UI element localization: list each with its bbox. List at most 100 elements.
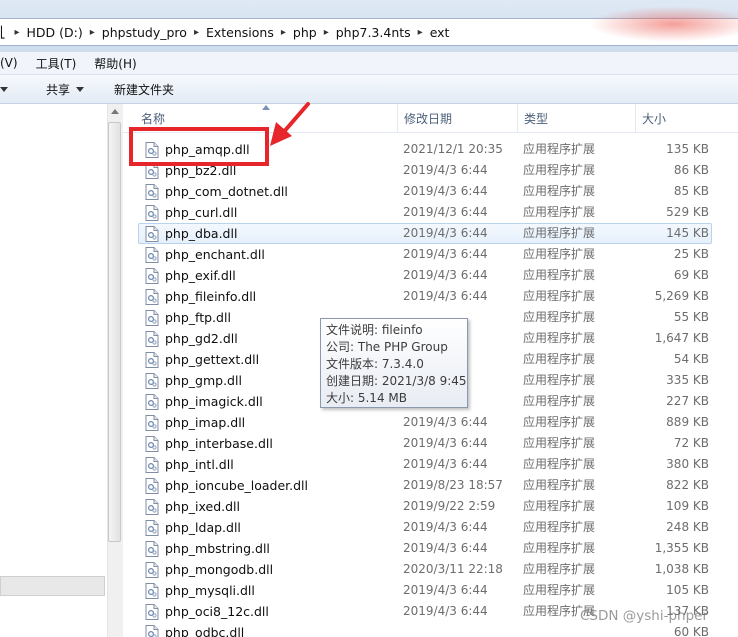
column-header-type[interactable]: 类型 [518, 104, 636, 132]
file-date: 2019/4/3 6:44 [403, 604, 488, 618]
file-type: 应用程序扩展 [523, 562, 596, 576]
tooltip-size: 大小: 5.14 MB [326, 391, 407, 405]
file-name: php_ftp.dll [165, 310, 231, 325]
file-row[interactable]: php_enchant.dll 2019/4/3 6:44 应用程序扩展 25 KB [138, 244, 712, 265]
breadcrumb-extensions[interactable]: Extensions [206, 19, 274, 45]
file-row[interactable]: php_com_dotnet.dll 2019/4/3 6:44 应用程序扩展 85 … [138, 181, 712, 202]
file-type: 应用程序扩展 [523, 499, 596, 513]
watermark: CSDN @yshi-phper [580, 608, 709, 624]
breadcrumb-ext[interactable]: ext [430, 19, 450, 45]
breadcrumb-php[interactable]: php [293, 19, 317, 45]
menu-tools[interactable]: 工具(T) [27, 55, 86, 72]
dll-file-icon [145, 226, 159, 242]
new-folder-button[interactable]: 新建文件夹 [114, 81, 174, 98]
breadcrumb-phpstudy[interactable]: phpstudy_pro [102, 19, 187, 45]
file-type: 应用程序扩展 [523, 310, 596, 324]
file-row[interactable]: php_imap.dll 2019/4/3 6:44 应用程序扩展 889 KB [138, 412, 712, 433]
menu-help[interactable]: 帮助(H) [85, 55, 145, 72]
dll-file-icon [145, 562, 159, 578]
file-size: 72 KB [673, 436, 709, 450]
dll-file-icon [145, 499, 159, 515]
file-size: 822 KB [666, 478, 709, 492]
file-date: 2019/4/3 6:44 [403, 541, 488, 555]
file-row[interactable]: php_curl.dll 2019/4/3 6:44 应用程序扩展 529 KB [138, 202, 712, 223]
file-name: php_imap.dll [165, 415, 246, 430]
file-type: 应用程序扩展 [523, 457, 596, 471]
file-size: 60 KB [673, 625, 709, 637]
file-name: php_com_dotnet.dll [165, 184, 288, 199]
file-size: 5,269 KB [654, 289, 709, 303]
file-date: 2021/12/1 20:35 [403, 142, 503, 156]
file-name: php_ldap.dll [165, 520, 241, 535]
dll-file-icon [145, 184, 159, 200]
file-row[interactable]: php_ldap.dll 2019/4/3 6:44 应用程序扩展 248 KB [138, 517, 712, 538]
file-row[interactable]: php_exif.dll 2019/4/3 6:44 应用程序扩展 69 KB [138, 265, 712, 286]
file-size: 145 KB [666, 226, 709, 240]
file-date: 2019/4/3 6:44 [403, 415, 488, 429]
column-header-date[interactable]: 修改日期 [398, 104, 518, 132]
organize-dropdown[interactable] [0, 86, 8, 92]
dll-file-icon [145, 520, 159, 536]
file-size: 380 KB [666, 457, 709, 471]
dll-file-icon [145, 352, 159, 368]
breadcrumb-drive[interactable]: HDD (D:) [27, 19, 83, 45]
file-size: 227 KB [666, 394, 709, 408]
file-type: 应用程序扩展 [523, 184, 596, 198]
file-type: 应用程序扩展 [523, 205, 596, 219]
column-header-size[interactable]: 大小 [636, 104, 716, 132]
breadcrumb-separator-icon: ▸ [193, 26, 199, 38]
file-type: 应用程序扩展 [523, 415, 596, 429]
file-row[interactable]: php_dba.dll 2019/4/3 6:44 应用程序扩展 145 KB [138, 223, 712, 244]
file-date: 2020/3/11 22:18 [403, 562, 503, 576]
dll-file-icon [145, 436, 159, 452]
file-name: php_odbc.dll [165, 625, 245, 637]
file-date: 2019/4/3 6:44 [403, 226, 488, 240]
tooltip-created: 创建日期: 2021/3/8 9:45 [326, 374, 467, 388]
file-row[interactable]: php_odbc.dll 60 KB [138, 622, 712, 637]
annotation-arrow-icon [270, 102, 310, 146]
share-button[interactable]: 共享 [46, 81, 85, 98]
dll-file-icon [145, 541, 159, 557]
file-size: 135 KB [666, 142, 709, 156]
file-name: php_imagick.dll [165, 394, 263, 409]
file-row[interactable]: php_mongodb.dll 2020/3/11 22:18 应用程序扩展 1,03… [138, 559, 712, 580]
file-type: 应用程序扩展 [523, 289, 596, 303]
file-row[interactable]: php_interbase.dll 2019/4/3 6:44 应用程序扩展 72 K… [138, 433, 712, 454]
scroll-up-arrow-icon[interactable] [111, 109, 119, 114]
file-name: php_gettext.dll [165, 352, 260, 367]
file-date: 2019/4/3 6:44 [403, 205, 488, 219]
file-row[interactable]: php_fileinfo.dll 2019/4/3 6:44 应用程序扩展 5,269… [138, 286, 712, 307]
file-type: 应用程序扩展 [523, 373, 596, 387]
file-name: php_curl.dll [165, 205, 238, 220]
file-size: 335 KB [666, 373, 709, 387]
file-date: 2019/8/23 18:57 [403, 478, 503, 492]
nav-scrollbar-thumb[interactable] [108, 122, 121, 542]
file-row[interactable]: php_ixed.dll 2019/9/22 2:59 应用程序扩展 109 KB [138, 496, 712, 517]
menu-view[interactable]: (V) [0, 56, 27, 70]
breadcrumb-php-version[interactable]: php7.3.4nts [336, 19, 411, 45]
file-row[interactable]: php_mysqli.dll 2019/4/3 6:44 应用程序扩展 105 KB [138, 580, 712, 601]
dll-file-icon [145, 478, 159, 494]
file-size: 109 KB [666, 499, 709, 513]
nav-selected-item[interactable] [0, 576, 105, 596]
file-row[interactable]: php_mbstring.dll 2019/4/3 6:44 应用程序扩展 1,355… [138, 538, 712, 559]
menu-bar: (V) 工具(T) 帮助(H) [0, 52, 738, 75]
navigation-pane[interactable] [0, 104, 108, 637]
file-size: 889 KB [666, 415, 709, 429]
search-box-blurred[interactable] [588, 6, 738, 42]
file-name: php_mbstring.dll [165, 541, 270, 556]
file-date: 2019/4/3 6:44 [403, 163, 488, 177]
file-name: php_enchant.dll [165, 247, 265, 262]
dll-file-icon [145, 247, 159, 263]
file-size: 85 KB [673, 184, 709, 198]
file-type: 应用程序扩展 [523, 541, 596, 555]
file-row[interactable]: php_intl.dll 2019/4/3 6:44 应用程序扩展 380 KB [138, 454, 712, 475]
file-info-tooltip: 文件说明: fileinfo 公司: The PHP Group 文件版本: 7… [320, 318, 468, 408]
file-date: 2019/4/3 6:44 [403, 289, 488, 303]
chevron-down-icon [0, 86, 8, 92]
dll-file-icon [145, 310, 159, 326]
breadcrumb-separator-icon: ▸ [323, 26, 329, 38]
file-name: php_fileinfo.dll [165, 289, 257, 304]
file-row[interactable]: php_ioncube_loader.dll 2019/8/23 18:57 应用程… [138, 475, 712, 496]
dll-file-icon [145, 625, 159, 637]
